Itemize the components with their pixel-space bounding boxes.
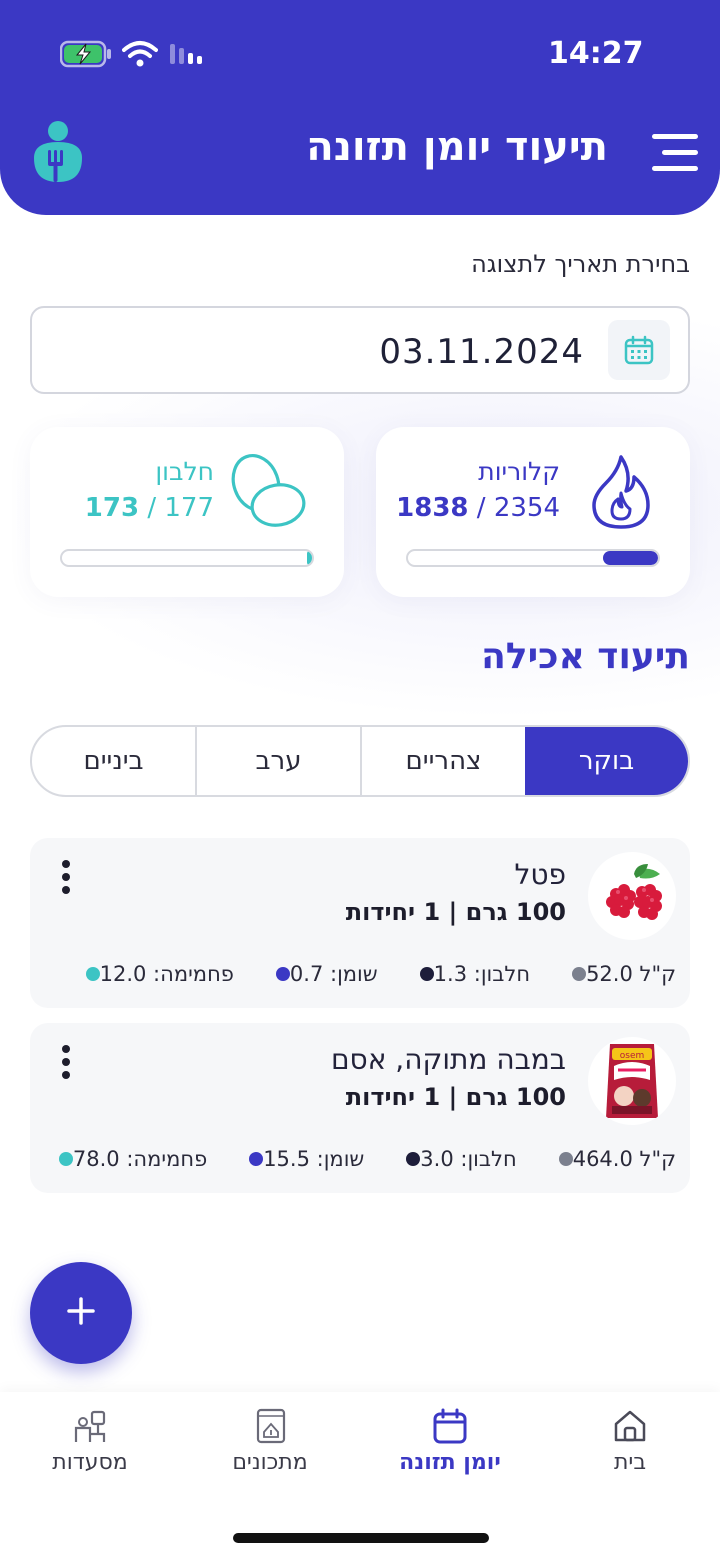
calendar-icon	[375, 1406, 525, 1446]
food-name: פטל	[514, 858, 566, 891]
hamburger-icon[interactable]	[652, 134, 698, 172]
nutrient-fat: שומן: 15.5	[237, 1147, 364, 1171]
calories-card: קלוריות 1838 / 2354	[376, 427, 690, 597]
nutrient-value: חלבון: 3.0	[420, 1147, 517, 1171]
fat-dot	[249, 1152, 264, 1166]
nutrient-value: פחמימה: 78.0	[72, 1147, 208, 1171]
date-label: בחירת תאריך לתצוגה	[471, 250, 690, 278]
app-logo-icon	[30, 120, 86, 188]
home-icon	[555, 1406, 705, 1446]
nav-label: מסעדות	[52, 1450, 128, 1475]
nutrient-protein: חלבון: 3.0	[394, 1147, 517, 1171]
tab-breakfast[interactable]: בוקר	[525, 727, 688, 795]
protein-label: חלבון	[155, 457, 214, 486]
nav-label: מתכונים	[232, 1450, 308, 1475]
food-name: במבה מתוקה, אסם	[330, 1043, 566, 1076]
protein-dot	[419, 967, 434, 981]
nutrient-value: שומן: 15.5	[263, 1147, 365, 1171]
nutrient-value: ק"ל 52.0	[586, 962, 676, 986]
nav-food-diary[interactable]: יומן תזונה	[375, 1406, 525, 1496]
protein-card: חלבון 173 / 177	[30, 427, 344, 597]
nutrient-value: שומן: 0.7	[289, 962, 378, 986]
calories-progress	[406, 549, 660, 567]
bamba-package-image: osem	[588, 1037, 676, 1125]
nav-label: בית	[613, 1450, 647, 1475]
add-food-button[interactable]	[30, 1262, 132, 1364]
date-value: 03.11.2024	[379, 332, 584, 372]
section-title: תיעוד אכילה	[481, 636, 690, 677]
protein-separator: /	[139, 493, 165, 523]
app-header: 14:27 תיעוד יומן תזונה	[0, 0, 720, 215]
nav-restaurants[interactable]: מסעדות	[15, 1406, 165, 1496]
tab-dinner[interactable]: ערב	[195, 727, 360, 795]
food-item[interactable]: osem במבה מתוקה, אסם 100 גרם | 1 יחידות …	[30, 1023, 690, 1193]
wifi-icon	[122, 40, 158, 72]
nutrients-row: ק"ל 464.0 חלבון: 3.0 שומן: 15.5 פחמימה: …	[47, 1147, 676, 1171]
calories-dot	[572, 967, 587, 981]
calories-dot	[558, 1152, 573, 1166]
meal-tabs: בוקר צהריים ערב ביניים	[30, 725, 690, 797]
more-options-icon[interactable]	[60, 1045, 72, 1079]
tab-snacks[interactable]: ביניים	[32, 727, 195, 795]
food-item[interactable]: פטל 100 גרם | 1 יחידות ק"ל 52.0 חלבון: 1…	[30, 838, 690, 1008]
home-indicator	[233, 1533, 489, 1543]
more-options-icon[interactable]	[60, 860, 72, 894]
nutrient-value: פחמימה: 12.0	[99, 962, 234, 986]
protein-target: 177	[164, 493, 214, 523]
calories-separator: /	[468, 493, 494, 523]
nutrient-calories: ק"ל 52.0	[560, 962, 676, 986]
nutrient-carbs: פחמימה: 78.0	[47, 1147, 207, 1171]
raspberry-image	[588, 852, 676, 940]
protein-progress	[60, 549, 314, 567]
carbs-dot	[58, 1152, 73, 1166]
nutrient-value: ק"ל 464.0	[572, 1147, 676, 1171]
nav-home[interactable]: בית	[555, 1406, 705, 1496]
nav-label: יומן תזונה	[399, 1450, 501, 1475]
protein-dot	[406, 1152, 421, 1166]
restaurant-icon	[15, 1406, 165, 1446]
protein-progress-fill	[307, 551, 312, 565]
nutrient-calories: ק"ל 464.0	[547, 1147, 676, 1171]
nutrient-value: חלבון: 1.3	[433, 962, 531, 986]
fat-dot	[275, 967, 290, 981]
calendar-icon[interactable]	[608, 320, 670, 380]
protein-values: 173 / 177	[85, 493, 214, 523]
nutrient-protein: חלבון: 1.3	[408, 962, 530, 986]
carbs-dot	[85, 967, 100, 981]
flame-icon	[588, 453, 654, 535]
calories-progress-fill	[603, 551, 658, 565]
nutrient-fat: שומן: 0.7	[264, 962, 378, 986]
calories-values: 1838 / 2354	[396, 493, 560, 523]
svg-text:osem: osem	[620, 1051, 645, 1061]
page-title: תיעוד יומן תזונה	[306, 124, 608, 170]
calories-label: קלוריות	[478, 457, 560, 486]
date-picker-field[interactable]: 03.11.2024	[30, 306, 690, 394]
calories-current: 1838	[396, 493, 469, 523]
nutrient-carbs: פחמימה: 12.0	[74, 962, 234, 986]
food-quantity: 100 גרם | 1 יחידות	[345, 1083, 566, 1111]
tab-lunch[interactable]: צהריים	[360, 727, 525, 795]
battery-icon	[59, 40, 112, 72]
nutrients-row: ק"ל 52.0 חלבון: 1.3 שומן: 0.7 פחמימה: 12…	[74, 962, 676, 986]
status-time: 14:27	[548, 36, 644, 71]
plus-icon	[66, 1296, 96, 1330]
signal-icon	[168, 42, 208, 70]
protein-current: 173	[84, 493, 140, 523]
calories-target: 2354	[493, 493, 560, 523]
recipe-book-icon	[195, 1406, 345, 1446]
food-quantity: 100 גרם | 1 יחידות	[345, 898, 566, 926]
nav-recipes[interactable]: מתכונים	[195, 1406, 345, 1496]
eggs-icon	[228, 453, 308, 533]
